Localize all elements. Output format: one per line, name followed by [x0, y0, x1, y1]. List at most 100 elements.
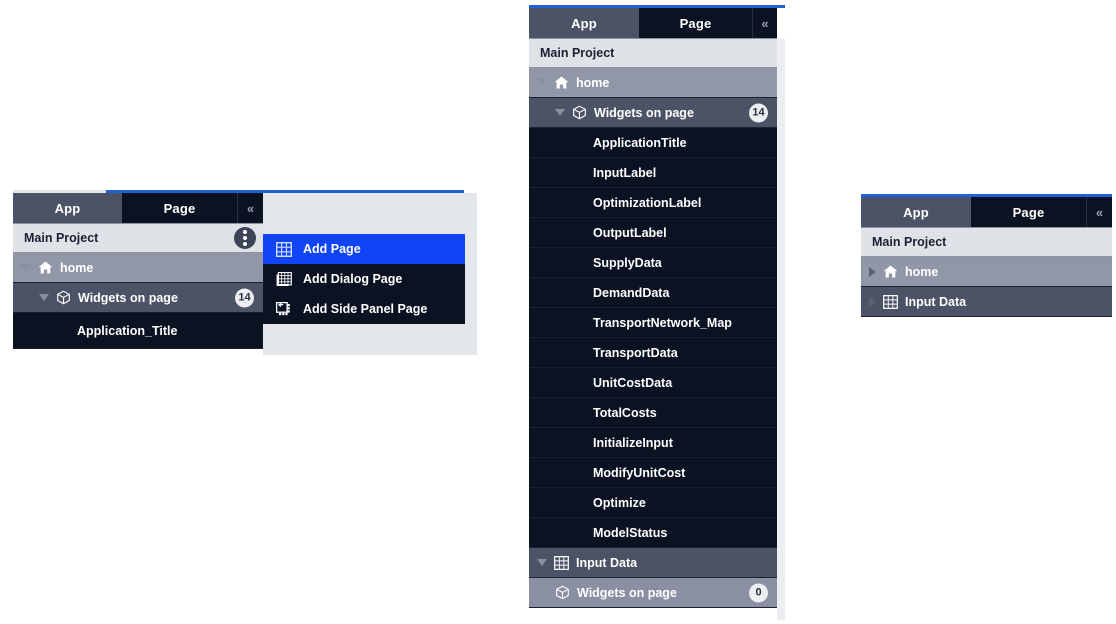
tab-app-label: App	[571, 15, 597, 31]
middle-panel-scrollbar[interactable]	[777, 39, 785, 620]
menu-item-add-dialog-page[interactable]: Add Dialog Page	[263, 264, 465, 294]
project-more-menu-button[interactable]	[234, 227, 256, 249]
tab-page-label: Page	[679, 15, 712, 31]
middle-tabbar: App Page «	[529, 8, 777, 38]
middle-tree-label-input-widgets: Widgets on page	[577, 585, 677, 600]
middle-widget-label: OptimizationLabel	[593, 195, 702, 210]
left-project-row[interactable]: Main Project	[13, 223, 263, 253]
tab-app[interactable]: App	[861, 197, 971, 227]
screenshot-root: App Page « Main Project home Widgets on …	[0, 0, 1116, 624]
menu-item-add-side-panel-page[interactable]: Add Side Panel Page	[263, 294, 465, 324]
home-icon	[38, 261, 53, 274]
middle-tree-label-widgets: Widgets on page	[594, 105, 694, 120]
left-tabbar: App Page «	[13, 193, 263, 223]
right-tree-row-input-data[interactable]: Input Data	[861, 287, 1112, 317]
left-tree-row-widgets[interactable]: Widgets on page 14	[13, 283, 263, 313]
chevron-double-left-icon: «	[246, 200, 255, 216]
widget-cube-icon	[555, 585, 570, 600]
right-tree: App Page « Main Project home Input Data	[861, 197, 1112, 317]
tab-page[interactable]: Page	[971, 197, 1086, 227]
middle-tree-row-input-data[interactable]: Input Data	[529, 548, 777, 578]
add-page-context-menu: Add Page Add Dialog Page Add Side Panel …	[263, 234, 465, 324]
widget-cube-icon	[56, 290, 71, 305]
left-tree-row-application-title[interactable]: Application_Title	[13, 313, 263, 349]
middle-project-row[interactable]: Main Project	[529, 38, 777, 68]
tab-page[interactable]: Page	[639, 8, 752, 38]
left-tree-label-widgets: Widgets on page	[78, 290, 178, 305]
widget-cube-icon	[572, 105, 587, 120]
home-icon	[554, 76, 569, 89]
tab-app[interactable]: App	[13, 193, 122, 223]
chevron-down-icon[interactable]	[21, 264, 31, 271]
middle-widget-label: ModelStatus	[593, 525, 668, 540]
middle-widget-label: TransportNetwork_Map	[593, 315, 732, 330]
menu-item-add-side-panel-page-label: Add Side Panel Page	[303, 302, 428, 316]
tab-page-label: Page	[1012, 204, 1045, 220]
middle-widget-label: ApplicationTitle	[593, 135, 687, 150]
tab-page-label: Page	[163, 200, 196, 216]
middle-widget-row[interactable]: InputLabel	[529, 158, 777, 188]
middle-widget-label: TransportData	[593, 345, 678, 360]
grid-page-icon	[883, 294, 898, 309]
collapse-panel-button[interactable]: «	[752, 8, 777, 38]
chevron-double-left-icon: «	[761, 15, 769, 31]
middle-widget-label: ModifyUnitCost	[593, 465, 686, 480]
middle-widget-row[interactable]: ApplicationTitle	[529, 128, 777, 158]
middle-widget-label: UnitCostData	[593, 375, 673, 390]
left-app-tree-panel: App Page « Main Project home Widgets on …	[13, 190, 477, 355]
middle-widget-row[interactable]: InitializeInput	[529, 428, 777, 458]
middle-widget-label: TotalCosts	[593, 405, 657, 420]
menu-item-add-page-label: Add Page	[303, 242, 361, 256]
middle-widget-label: SupplyData	[593, 255, 662, 270]
middle-widget-row[interactable]: TransportData	[529, 338, 777, 368]
middle-tree-label-input-data: Input Data	[576, 555, 638, 570]
tab-page[interactable]: Page	[122, 193, 237, 223]
left-tree: App Page « Main Project home Widgets on …	[13, 193, 263, 349]
menu-item-add-dialog-page-label: Add Dialog Page	[303, 272, 403, 286]
widget-count-badge: 14	[749, 103, 768, 122]
right-project-label: Main Project	[872, 235, 947, 249]
middle-widget-row[interactable]: OptimizationLabel	[529, 188, 777, 218]
middle-tree-row-home[interactable]: home	[529, 68, 777, 98]
right-tree-row-home[interactable]: home	[861, 257, 1112, 287]
middle-widget-row[interactable]: TransportNetwork_Map	[529, 308, 777, 338]
middle-widget-label: InputLabel	[593, 165, 657, 180]
middle-widget-row[interactable]: SupplyData	[529, 248, 777, 278]
middle-tree-row-widgets[interactable]: Widgets on page 14	[529, 98, 777, 128]
widget-count-badge: 14	[235, 288, 254, 307]
left-project-label: Main Project	[24, 231, 99, 245]
middle-widget-label: Optimize	[593, 495, 646, 510]
middle-widget-row[interactable]: TotalCosts	[529, 398, 777, 428]
chevron-down-icon[interactable]	[555, 109, 565, 116]
middle-project-label: Main Project	[540, 46, 615, 60]
right-tree-label-home: home	[905, 264, 939, 279]
chevron-down-icon[interactable]	[39, 294, 49, 301]
menu-item-add-page[interactable]: Add Page	[263, 234, 465, 264]
right-project-row[interactable]: Main Project	[861, 227, 1112, 257]
side-panel-page-icon	[273, 301, 295, 317]
middle-widget-row[interactable]: Optimize	[529, 488, 777, 518]
grid-page-icon	[273, 241, 295, 257]
left-tree-label-application-title: Application_Title	[77, 323, 178, 338]
tab-app-label: App	[54, 200, 81, 216]
chevron-right-icon[interactable]	[869, 296, 876, 307]
tab-app-label: App	[903, 204, 929, 220]
middle-widget-label: DemandData	[593, 285, 670, 300]
home-icon	[883, 265, 898, 278]
chevron-down-icon[interactable]	[537, 559, 547, 566]
dialog-page-icon	[273, 271, 295, 287]
left-tree-row-home[interactable]: home	[13, 253, 263, 283]
chevron-right-icon[interactable]	[869, 266, 876, 277]
middle-widget-row[interactable]: ModifyUnitCost	[529, 458, 777, 488]
middle-widget-row[interactable]: ModelStatus	[529, 518, 777, 548]
middle-widget-label: InitializeInput	[593, 435, 673, 450]
collapse-panel-button[interactable]: «	[1086, 197, 1112, 227]
chevron-down-icon[interactable]	[537, 79, 547, 86]
middle-widget-row[interactable]: UnitCostData	[529, 368, 777, 398]
middle-widget-row[interactable]: DemandData	[529, 278, 777, 308]
middle-tree-row-input-widgets[interactable]: Widgets on page 0	[529, 578, 777, 608]
collapse-panel-button[interactable]: «	[237, 193, 263, 223]
chevron-double-left-icon: «	[1095, 204, 1104, 220]
tab-app[interactable]: App	[529, 8, 639, 38]
middle-widget-row[interactable]: OutputLabel	[529, 218, 777, 248]
